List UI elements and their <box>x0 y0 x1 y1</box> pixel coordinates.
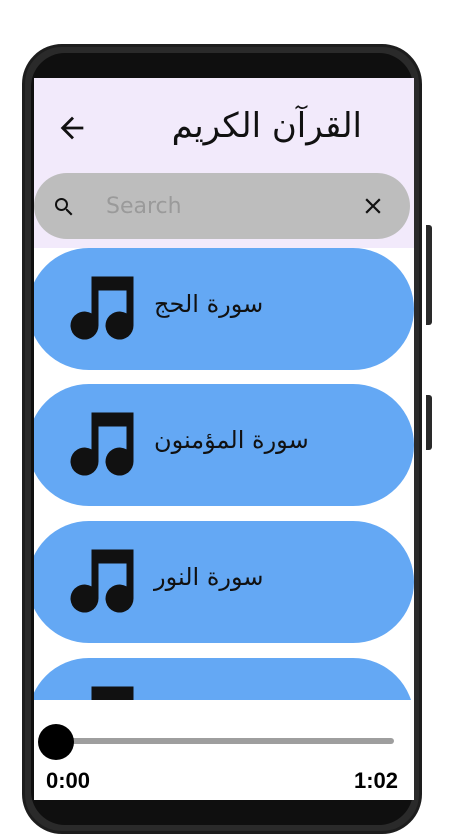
search-bar <box>34 173 410 239</box>
surah-list: سورة الحج سورة المؤمنون سورة النور <box>34 248 414 700</box>
duration: 1:02 <box>353 768 398 793</box>
app-bar: القرآن الكريم <box>34 78 414 248</box>
music-note-icon <box>70 549 134 613</box>
surah-item-label: سورة الحج <box>154 290 264 318</box>
surah-item-label: سورة المؤمنون <box>154 426 309 454</box>
surah-item[interactable] <box>34 658 414 700</box>
back-button[interactable] <box>52 108 92 148</box>
search-input[interactable] <box>104 187 338 225</box>
seek-thumb[interactable] <box>38 724 74 760</box>
search-icon <box>55 198 73 216</box>
page-title: القرآن الكريم <box>171 106 362 146</box>
seek-bar[interactable] <box>50 738 394 744</box>
surah-item-label: سورة النور <box>154 563 264 591</box>
surah-item[interactable]: سورة المؤمنون <box>34 384 414 506</box>
close-icon[interactable] <box>360 193 386 219</box>
app-screen: القرآن الكريم سورة الحج سورة المؤمنون <box>34 78 414 800</box>
surah-item[interactable]: سورة الحج <box>34 248 414 370</box>
music-note-icon <box>70 412 134 476</box>
audio-player: 0:00 1:02 <box>34 708 414 800</box>
current-time: 0:00 <box>46 768 91 793</box>
music-note-icon <box>91 686 134 700</box>
back-arrow-icon <box>60 116 84 140</box>
surah-item[interactable]: سورة النور <box>34 521 414 643</box>
music-note-icon <box>70 276 134 340</box>
volume-button <box>426 225 432 325</box>
power-button <box>426 395 432 450</box>
